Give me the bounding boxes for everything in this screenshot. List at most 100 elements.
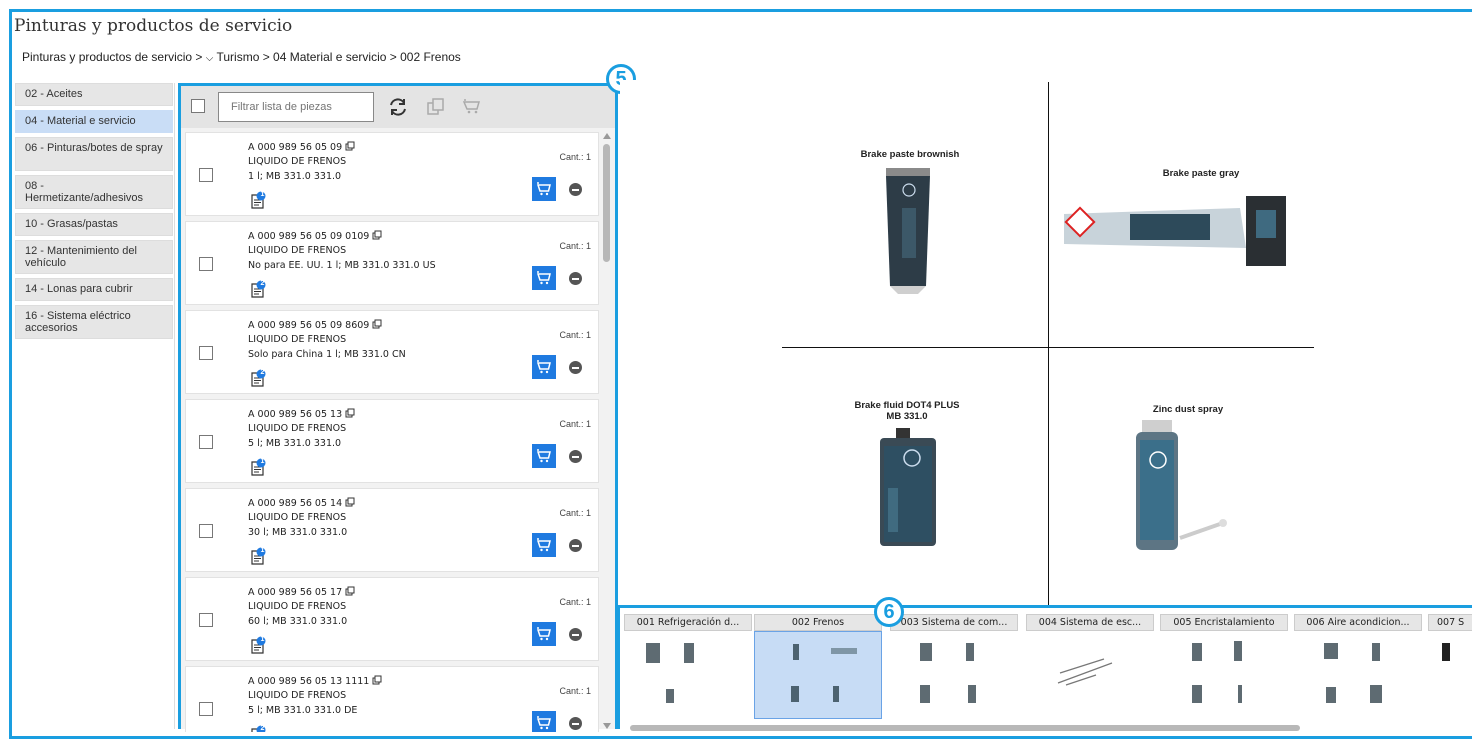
sidebar-item-pinturas[interactable]: 06 - Pinturas/botes de spray bbox=[15, 137, 173, 171]
cart-icon[interactable] bbox=[461, 96, 483, 118]
part-checkbox[interactable] bbox=[199, 257, 213, 271]
part-checkbox[interactable] bbox=[199, 346, 213, 360]
part-checkbox[interactable] bbox=[199, 702, 213, 716]
part-description: 30 l; MB 331.0 331.0 bbox=[248, 527, 348, 538]
sidebar-item-label: 08 - Hermetizante/adhesivos bbox=[25, 180, 144, 204]
remove-button[interactable] bbox=[569, 717, 582, 730]
part-card[interactable]: A 000 989 56 05 13 1111 LIQUIDO DE FRENOS… bbox=[185, 666, 599, 732]
breadcrumb-chevron-icon[interactable]: ⌵ bbox=[206, 53, 214, 64]
copy-part-number-icon[interactable] bbox=[372, 675, 382, 685]
sidebar-item-hermetizante[interactable]: 08 - Hermetizante/adhesivos bbox=[15, 175, 173, 209]
thumb-003-sistema-combustible[interactable]: 003 Sistema de com... bbox=[890, 614, 1018, 718]
thumb-title: 005 Encristalamiento bbox=[1160, 614, 1288, 631]
part-number: A 000 989 56 05 09 bbox=[248, 141, 355, 153]
brake-paste-tube-image[interactable] bbox=[882, 168, 934, 294]
thumb-preview bbox=[1428, 631, 1472, 717]
thumb-002-frenos[interactable]: 002 Frenos bbox=[754, 614, 882, 719]
copy-part-number-icon[interactable] bbox=[345, 141, 355, 151]
product-label-brake-paste-brownish: Brake paste brownish bbox=[860, 149, 960, 160]
part-description: Solo para China 1 l; MB 331.0 CN bbox=[248, 349, 406, 360]
select-all-checkbox[interactable] bbox=[191, 99, 205, 113]
brake-paste-gray-image[interactable] bbox=[1060, 192, 1300, 270]
thumb-001-refrigeracion[interactable]: 001 Refrigeración d... bbox=[624, 614, 752, 718]
notes-count: 1 bbox=[260, 191, 265, 198]
part-card[interactable]: A 000 989 56 05 09 8609 LIQUIDO DE FRENOS… bbox=[185, 310, 599, 394]
part-number: A 000 989 56 05 13 bbox=[248, 408, 355, 420]
copy-part-number-icon[interactable] bbox=[372, 319, 382, 329]
part-card[interactable]: A 000 989 56 05 14 LIQUIDO DE FRENOS 30 l;… bbox=[185, 488, 599, 572]
parts-list-panel: A 000 989 56 05 09 LIQUIDO DE FRENOS 1 l; … bbox=[178, 83, 618, 732]
thumb-preview bbox=[754, 631, 882, 719]
parts-toolbar bbox=[181, 86, 615, 128]
copy-part-number-icon[interactable] bbox=[372, 230, 382, 240]
quantity-label: Cant.: 1 bbox=[559, 241, 591, 251]
copy-part-number-icon[interactable] bbox=[345, 497, 355, 507]
remove-button[interactable] bbox=[569, 628, 582, 641]
sidebar-item-mantenimiento[interactable]: 12 - Mantenimiento del vehículo bbox=[15, 240, 173, 274]
sidebar-item-lonas[interactable]: 14 - Lonas para cubrir bbox=[15, 278, 173, 301]
part-card[interactable]: A 000 989 56 05 13 LIQUIDO DE FRENOS 5 l; … bbox=[185, 399, 599, 483]
sidebar-item-aceites[interactable]: 02 - Aceites bbox=[15, 83, 173, 106]
thumbnail-scroll-thumb[interactable] bbox=[630, 725, 1300, 731]
thumb-title: 007 S bbox=[1428, 614, 1472, 631]
sidebar-item-label: 16 - Sistema eléctrico accesorios bbox=[25, 310, 131, 334]
part-checkbox[interactable] bbox=[199, 613, 213, 627]
sidebar-item-grasas[interactable]: 10 - Grasas/pastas bbox=[15, 213, 173, 236]
copy-icon[interactable] bbox=[425, 96, 447, 118]
brake-fluid-can-image[interactable] bbox=[876, 428, 940, 546]
part-card[interactable]: A 000 989 56 05 09 0109 LIQUIDO DE FRENOS… bbox=[185, 221, 599, 305]
part-card[interactable]: A 000 989 56 05 17 LIQUIDO DE FRENOS 60 l;… bbox=[185, 577, 599, 661]
part-description: 5 l; MB 331.0 331.0 bbox=[248, 438, 342, 449]
thumb-preview bbox=[1160, 631, 1288, 717]
copy-part-number-icon[interactable] bbox=[345, 586, 355, 596]
sidebar-item-label: 06 - Pinturas/botes de spray bbox=[25, 142, 163, 154]
part-checkbox[interactable] bbox=[199, 435, 213, 449]
remove-button[interactable] bbox=[569, 183, 582, 196]
zinc-spray-can-image[interactable] bbox=[1128, 420, 1248, 555]
cart-icon bbox=[536, 182, 551, 196]
cart-icon bbox=[536, 627, 551, 641]
thumb-004-sistema-escape[interactable]: 004 Sistema de esc... bbox=[1026, 614, 1154, 718]
product-image-area: Brake paste brownish Brake paste gray Br… bbox=[620, 80, 1472, 607]
refresh-icon[interactable] bbox=[387, 96, 409, 118]
scroll-up-icon[interactable] bbox=[602, 132, 612, 140]
add-to-cart-button[interactable] bbox=[532, 177, 556, 201]
thumb-007[interactable]: 007 S bbox=[1428, 614, 1472, 718]
remove-button[interactable] bbox=[569, 361, 582, 374]
filter-parts-input[interactable] bbox=[218, 92, 374, 122]
page-title: Pinturas y productos de servicio bbox=[14, 16, 293, 36]
add-to-cart-button[interactable] bbox=[532, 622, 556, 646]
quantity-label: Cant.: 1 bbox=[559, 686, 591, 696]
remove-button[interactable] bbox=[569, 450, 582, 463]
sidebar-item-label: 04 - Material e servicio bbox=[25, 115, 136, 127]
parts-scroll-thumb[interactable] bbox=[603, 144, 610, 262]
breadcrumb-root[interactable]: Pinturas y productos de servicio > bbox=[22, 50, 202, 64]
quantity-label: Cant.: 1 bbox=[559, 508, 591, 518]
copy-part-number-icon[interactable] bbox=[345, 408, 355, 418]
part-number: A 000 989 56 05 13 1111 bbox=[248, 675, 382, 687]
part-name: LIQUIDO DE FRENOS bbox=[248, 601, 347, 612]
product-label-brake-paste-gray: Brake paste gray bbox=[1162, 168, 1240, 179]
part-description: 5 l; MB 331.0 331.0 DE bbox=[248, 705, 358, 716]
sidebar-item-sistema-electrico[interactable]: 16 - Sistema eléctrico accesorios bbox=[15, 305, 173, 339]
part-name: LIQUIDO DE FRENOS bbox=[248, 245, 347, 256]
sidebar-item-label: 14 - Lonas para cubrir bbox=[25, 283, 133, 295]
remove-button[interactable] bbox=[569, 272, 582, 285]
thumb-005-encristalamiento[interactable]: 005 Encristalamiento bbox=[1160, 614, 1288, 718]
thumb-006-aire-acondicionado[interactable]: 006 Aire acondicion... bbox=[1294, 614, 1422, 718]
remove-button[interactable] bbox=[569, 539, 582, 552]
part-number: A 000 989 56 05 09 0109 bbox=[248, 230, 382, 242]
sidebar-item-material-servicio[interactable]: 04 - Material e servicio bbox=[15, 110, 173, 133]
thumb-title: 003 Sistema de com... bbox=[890, 614, 1018, 631]
add-to-cart-button[interactable] bbox=[532, 266, 556, 290]
part-checkbox[interactable] bbox=[199, 168, 213, 182]
part-name: LIQUIDO DE FRENOS bbox=[248, 334, 347, 345]
parts-list: A 000 989 56 05 09 LIQUIDO DE FRENOS 1 l; … bbox=[185, 132, 599, 732]
add-to-cart-button[interactable] bbox=[532, 355, 556, 379]
add-to-cart-button[interactable] bbox=[532, 444, 556, 468]
part-card[interactable]: A 000 989 56 05 09 LIQUIDO DE FRENOS 1 l; … bbox=[185, 132, 599, 216]
add-to-cart-button[interactable] bbox=[532, 533, 556, 557]
part-checkbox[interactable] bbox=[199, 524, 213, 538]
diagram-thumbnail-panel: 001 Refrigeración d... 002 Frenos 003 Si… bbox=[617, 605, 1472, 731]
parts-scrollbar[interactable] bbox=[601, 132, 613, 730]
